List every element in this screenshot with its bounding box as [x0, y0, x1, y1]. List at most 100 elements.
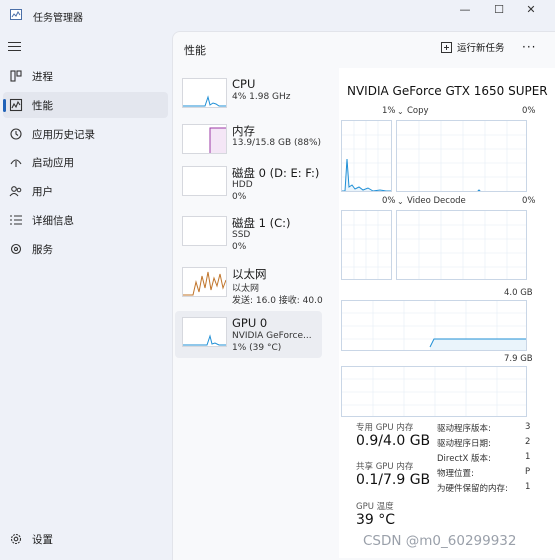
sidebar-item-label: 用户 [32, 186, 53, 198]
watermark-text: CSDN @m0_60299932 [363, 533, 517, 549]
shared-memory-value: 0.1/7.9 GB [356, 472, 431, 488]
sidebar-item-label: 应用历史记录 [32, 129, 95, 141]
hardware-reserved-memory-key: 为硬件保留的内存: [437, 484, 508, 494]
more-options-button[interactable]: ··· [522, 40, 536, 54]
perf-item-usage: 0% [232, 192, 247, 202]
perf-item-name: GPU 0 [232, 316, 268, 330]
maximize-button[interactable]: ☐ [484, 0, 514, 18]
perf-item-name: CPU [232, 77, 256, 91]
users-icon [9, 186, 22, 197]
active-indicator [3, 99, 6, 112]
perf-item-name: 磁盘 0 (D: E: F:) [232, 166, 320, 180]
chevron-down-icon[interactable]: ⌄ [397, 107, 404, 116]
perf-item-detail: 4% 1.98 GHz [232, 92, 291, 102]
engine-copy-percent: 0% [522, 106, 536, 116]
perf-item-disk-1[interactable]: 磁盘 1 (C:) SSD 0% [175, 210, 322, 257]
sidebar-item-processes[interactable]: 进程 [3, 63, 168, 89]
perf-item-throughput: 发送: 16.0 接收: 40.0 K [232, 296, 324, 306]
perf-item-name: 内存 [232, 124, 255, 138]
memory-sparkline [182, 124, 227, 154]
sidebar-item-performance[interactable]: 性能 [3, 92, 168, 118]
gpu-model-title: NVIDIA GeForce GTX 1650 SUPER [347, 84, 548, 98]
engine-3d-graph [341, 120, 392, 192]
perf-item-usage: 1% (39 °C) [232, 343, 282, 353]
run-new-task-label: 运行新任务 [457, 43, 505, 54]
shared-memory-max: 7.9 GB [504, 354, 533, 364]
engine-video-decode-label: Video Decode [407, 196, 466, 206]
sidebar-item-settings[interactable]: 设置 [3, 526, 168, 552]
details-icon [10, 215, 22, 225]
gear-icon [10, 533, 22, 545]
disk-0-sparkline [182, 166, 227, 196]
physical-location-key: 物理位置: [437, 469, 474, 479]
driver-date-key: 驱动程序日期: [437, 439, 491, 449]
app-title: 任务管理器 [33, 13, 83, 24]
run-task-icon [441, 41, 452, 53]
sidebar-item-label: 性能 [32, 100, 53, 112]
shared-memory-label: 共享 GPU 内存 [356, 462, 414, 472]
perf-item-gpu-0[interactable]: GPU 0 NVIDIA GeForce... 1% (39 °C) [175, 311, 322, 358]
engine-2-graph [341, 210, 392, 280]
perf-item-disk-0[interactable]: 磁盘 0 (D: E: F:) HDD 0% [175, 160, 322, 207]
dedicated-memory-value: 0.9/4.0 GB [356, 433, 431, 449]
perf-item-detail: SSD [232, 230, 251, 240]
engine-2-percent: 0% [382, 196, 396, 206]
sidebar-item-label: 进程 [32, 71, 53, 83]
services-icon [10, 243, 22, 255]
page-title: 性能 [184, 44, 206, 57]
driver-date-value: 2 [525, 437, 531, 447]
perf-item-detail: NVIDIA GeForce... [232, 331, 312, 341]
ethernet-sparkline [182, 267, 227, 297]
driver-version-value: 3 [525, 422, 531, 432]
gpu-temperature-value: 39 °C [356, 512, 396, 528]
driver-version-key: 驱动程序版本: [437, 424, 491, 434]
perf-item-detail: 13.9/15.8 GB (88%) [232, 138, 322, 148]
dedicated-memory-max: 4.0 GB [504, 288, 533, 298]
engine-copy-graph [396, 120, 527, 192]
perf-item-detail: HDD [232, 180, 253, 190]
hamburger-menu-icon[interactable] [8, 41, 22, 53]
sidebar-item-app-history[interactable]: 应用历史记录 [3, 121, 168, 147]
engine-video-decode-percent: 0% [522, 196, 536, 206]
main-panel: 性能 运行新任务 ··· CPU 4% 1.98 GHz 内存 13.9/15.… [172, 31, 555, 560]
hardware-reserved-memory-value: 1 [525, 482, 531, 492]
processes-icon [10, 70, 22, 82]
minimize-button[interactable]: — [450, 0, 480, 18]
sidebar-item-details[interactable]: 详细信息 [3, 207, 168, 233]
history-icon [10, 128, 22, 140]
perf-item-name: 磁盘 1 (C:) [232, 216, 291, 230]
close-button[interactable]: ✕ [516, 0, 546, 18]
chevron-down-icon[interactable]: ⌄ [397, 197, 404, 206]
perf-item-ethernet[interactable]: 以太网 以太网 发送: 16.0 接收: 40.0 K [175, 261, 324, 308]
directx-version-key: DirectX 版本: [437, 454, 491, 464]
engine-copy-label: Copy [407, 106, 429, 116]
sidebar-item-label: 设置 [32, 534, 53, 546]
dedicated-memory-label: 专用 GPU 内存 [356, 423, 414, 433]
gpu-temperature-label: GPU 温度 [356, 502, 394, 512]
engine-video-decode-graph [396, 210, 527, 280]
perf-item-memory[interactable]: 内存 13.9/15.8 GB (88%) [175, 118, 322, 165]
sidebar-item-label: 详细信息 [32, 215, 74, 227]
title-bar: 任务管理器 — ☐ ✕ [0, 0, 555, 30]
performance-icon [9, 98, 23, 112]
startup-icon [10, 159, 22, 167]
sidebar-item-label: 启动应用 [32, 157, 74, 169]
perf-item-cpu[interactable]: CPU 4% 1.98 GHz [175, 72, 322, 119]
gpu-details-panel: NVIDIA GeForce GTX 1650 SUPER 1% ⌄ Copy … [339, 68, 555, 558]
cpu-sparkline [182, 78, 227, 108]
sidebar-item-services[interactable]: 服务 [3, 236, 168, 262]
task-manager-icon [10, 9, 22, 20]
perf-item-usage: 0% [232, 242, 247, 252]
sidebar-item-startup-apps[interactable]: 启动应用 [3, 149, 168, 175]
physical-location-value: P [525, 467, 531, 477]
sidebar-item-users[interactable]: 用户 [3, 178, 168, 204]
perf-item-name: 以太网 [232, 267, 267, 281]
dedicated-memory-graph [341, 300, 527, 351]
disk-1-sparkline [182, 216, 227, 246]
run-new-task-button[interactable]: 运行新任务 [441, 40, 505, 54]
sidebar-item-label: 服务 [32, 244, 53, 256]
shared-memory-graph [341, 366, 527, 417]
gpu-0-sparkline [182, 317, 227, 347]
directx-version-value: 1 [525, 452, 531, 462]
engine-3d-percent: 1% [382, 106, 396, 116]
